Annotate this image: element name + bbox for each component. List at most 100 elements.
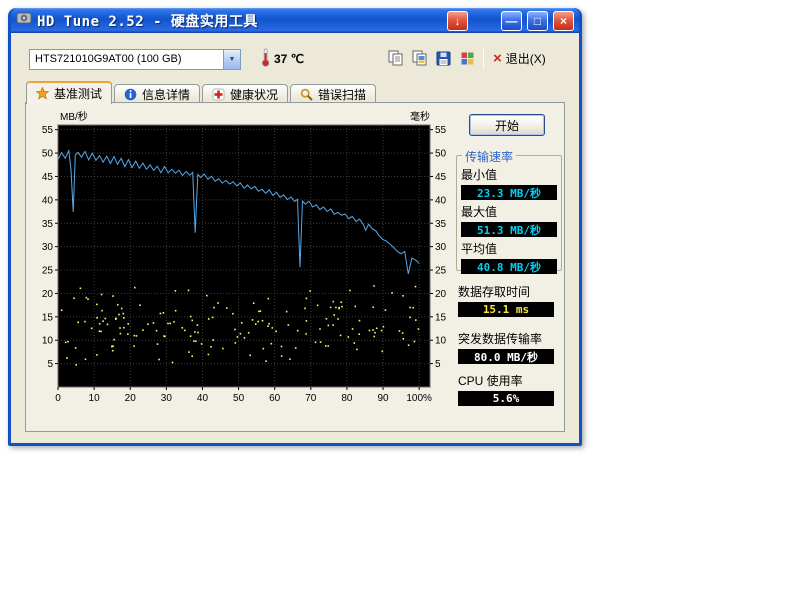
access-time-value-field: 15.1 ms (458, 302, 554, 317)
temperature-indicator: 37 ℃ (261, 48, 304, 70)
maximize-icon: □ (534, 15, 541, 27)
avg-label: 平均值 (461, 240, 561, 257)
download-icon: ↓ (455, 15, 461, 27)
max-stat: 最大值 51.3 MB/秒 (461, 203, 561, 237)
tab-info-label: 信息详情 (142, 86, 190, 103)
burst-rate-stat: 突发数据传输率 80.0 MB/秒 (458, 330, 564, 364)
svg-text:50: 50 (233, 393, 245, 404)
tab-benchmark-label: 基准测试 (54, 85, 102, 102)
max-label: 最大值 (461, 203, 561, 220)
access-time-label: 数据存取时间 (458, 283, 564, 300)
tab-benchmark[interactable]: 基准测试 (26, 81, 112, 104)
avg-stat: 平均值 40.8 MB/秒 (461, 240, 561, 274)
svg-text:25: 25 (42, 266, 54, 277)
save-button[interactable] (431, 46, 455, 70)
min-stat: 最小值 23.3 MB/秒 (461, 166, 561, 200)
svg-text:MB/秒: MB/秒 (60, 110, 88, 123)
maximize-button[interactable]: □ (527, 11, 548, 31)
cpu-usage-stat: CPU 使用率 5.6% (458, 372, 564, 406)
svg-text:50: 50 (42, 149, 54, 160)
tab-health[interactable]: 健康状况 (202, 84, 288, 104)
copy-image-button[interactable] (407, 46, 431, 70)
avg-value-field: 40.8 MB/秒 (461, 259, 557, 274)
info-icon (124, 88, 137, 101)
svg-text:35: 35 (42, 219, 54, 230)
thermometer-icon (261, 48, 270, 70)
tab-error-scan[interactable]: 错误扫描 (290, 84, 376, 104)
exit-label: 退出(X) (506, 50, 546, 67)
transfer-rate-group: 传输速率 最小值 23.3 MB/秒 最大值 51.3 MB/秒 平均值 40.… (456, 155, 562, 271)
app-icon (16, 10, 32, 31)
svg-text:100%: 100% (406, 393, 432, 404)
copy-image-icon (411, 50, 428, 67)
titlebar[interactable]: HD Tune 2.52 - 硬盘实用工具 ↓ — □ × (11, 8, 579, 33)
burst-rate-label: 突发数据传输率 (458, 330, 564, 347)
toolbar-actions: × 退出(X) (383, 46, 551, 70)
tab-bar: 基准测试 信息详情 健康状况 (26, 81, 378, 104)
copy-text-button[interactable] (383, 46, 407, 70)
svg-text:20: 20 (435, 289, 447, 300)
start-button-label: 开始 (495, 117, 519, 134)
svg-text:30: 30 (161, 393, 173, 404)
copy-text-icon (387, 50, 404, 67)
min-value-field: 23.3 MB/秒 (461, 185, 557, 200)
benchmark-chart: 5510101515202025253030353540404545505055… (30, 109, 456, 411)
svg-text:80: 80 (341, 393, 353, 404)
drive-select-value: HTS721010G9AT00 (100 GB) (30, 50, 223, 69)
svg-text:45: 45 (42, 172, 54, 183)
toolbar-separator (483, 48, 484, 68)
svg-text:60: 60 (269, 393, 281, 404)
svg-text:50: 50 (435, 149, 447, 160)
minimize-button[interactable]: — (501, 11, 522, 31)
svg-text:5: 5 (47, 359, 53, 370)
close-button[interactable]: × (553, 11, 574, 31)
svg-text:10: 10 (435, 336, 447, 347)
svg-text:10: 10 (89, 393, 101, 404)
minimize-icon: — (506, 15, 518, 27)
tab-health-label: 健康状况 (230, 86, 278, 103)
svg-text:35: 35 (435, 219, 447, 230)
svg-text:70: 70 (305, 393, 317, 404)
options-icon (459, 50, 476, 67)
svg-text:20: 20 (42, 289, 54, 300)
svg-text:30: 30 (42, 242, 54, 253)
transfer-rate-group-title: 传输速率 (462, 148, 516, 165)
close-icon: × (560, 15, 567, 27)
save-icon (435, 50, 452, 67)
benchmark-tab-page: 5510101515202025253030353540404545505055… (25, 102, 565, 432)
tab-error-scan-label: 错误扫描 (318, 86, 366, 103)
window-title: HD Tune 2.52 - 硬盘实用工具 (37, 11, 258, 31)
download-button[interactable]: ↓ (447, 11, 468, 31)
max-value-field: 51.3 MB/秒 (461, 222, 557, 237)
svg-text:55: 55 (435, 125, 447, 136)
svg-text:40: 40 (42, 195, 54, 206)
svg-text:20: 20 (125, 393, 137, 404)
burst-rate-value-field: 80.0 MB/秒 (458, 349, 554, 364)
svg-text:30: 30 (435, 242, 447, 253)
start-button[interactable]: 开始 (469, 114, 545, 136)
svg-text:40: 40 (435, 195, 447, 206)
cpu-usage-value-field: 5.6% (458, 391, 554, 406)
svg-text:40: 40 (197, 393, 209, 404)
window-body: HTS721010G9AT00 (100 GB) ▼ 37 ℃ (11, 33, 579, 443)
access-time-stat: 数据存取时间 15.1 ms (458, 283, 564, 317)
svg-text:55: 55 (42, 125, 54, 136)
error-scan-icon (300, 88, 313, 101)
svg-text:毫秒: 毫秒 (410, 110, 430, 123)
temperature-label: 37 ℃ (274, 52, 304, 66)
options-button[interactable] (455, 46, 479, 70)
svg-text:15: 15 (42, 312, 54, 323)
svg-text:90: 90 (377, 393, 389, 404)
exit-button[interactable]: × 退出(X) (488, 48, 551, 69)
drive-select[interactable]: HTS721010G9AT00 (100 GB) ▼ (29, 49, 241, 70)
tab-info[interactable]: 信息详情 (114, 84, 200, 104)
transfer-rate-group-body: 最小值 23.3 MB/秒 最大值 51.3 MB/秒 平均值 40.8 MB/… (457, 156, 561, 277)
benchmark-icon (36, 87, 49, 100)
svg-text:10: 10 (42, 336, 54, 347)
svg-text:5: 5 (435, 359, 441, 370)
cpu-usage-label: CPU 使用率 (458, 372, 564, 389)
health-icon (212, 88, 225, 101)
exit-x-icon: × (493, 51, 502, 66)
svg-text:15: 15 (435, 312, 447, 323)
chevron-down-icon[interactable]: ▼ (223, 50, 240, 69)
